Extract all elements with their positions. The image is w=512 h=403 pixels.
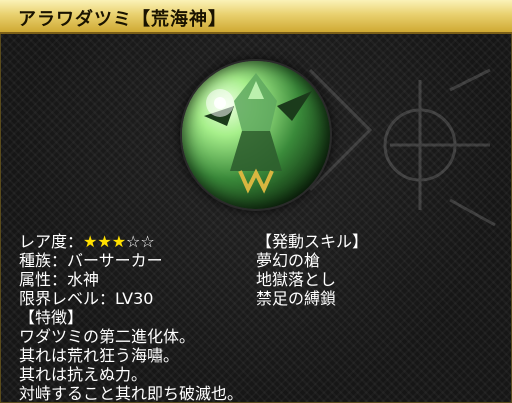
- rarity-label: レア度：: [19, 232, 84, 251]
- character-portrait-orb: [180, 59, 332, 211]
- monster-portrait: [204, 73, 312, 194]
- rarity-row: レア度：★★★☆☆: [19, 232, 243, 251]
- title-bar: アラワダツミ【荒海神】: [0, 0, 512, 34]
- rarity-stars-filled: ★★★: [83, 232, 127, 251]
- character-name: アラワダツミ【荒海神】: [18, 9, 227, 30]
- race-row: 種族：バーサーカー: [19, 251, 163, 270]
- skills-panel: 【発動スキル】 夢幻の槍 地獄落とし 禁足の縛鎖: [256, 232, 368, 308]
- stats-panel: レア度：★★★☆☆ 種族：バーサーカー 属性：水神 限界レベル：LV30 【特徴…: [19, 232, 243, 403]
- feature-line: 対峙すること其れ即ち破滅也。: [19, 384, 244, 403]
- attribute-row: 属性：水神: [19, 270, 100, 289]
- rarity-stars-empty: ☆☆: [126, 232, 155, 251]
- skill-item: 地獄落とし: [256, 270, 337, 289]
- feature-line: ワダツミの第二進化体。: [19, 327, 196, 346]
- feature-line: 其れは抗えぬ力。: [19, 365, 148, 384]
- skill-item: 夢幻の槍: [256, 251, 321, 270]
- skill-item: 禁足の縛鎖: [256, 289, 337, 308]
- features-header: 【特徴】: [19, 308, 84, 327]
- feature-line: 其れは荒れ狂う海嘯。: [19, 346, 180, 365]
- limit-level-row: 限界レベル：LV30: [19, 289, 154, 308]
- skills-header: 【発動スキル】: [256, 232, 369, 251]
